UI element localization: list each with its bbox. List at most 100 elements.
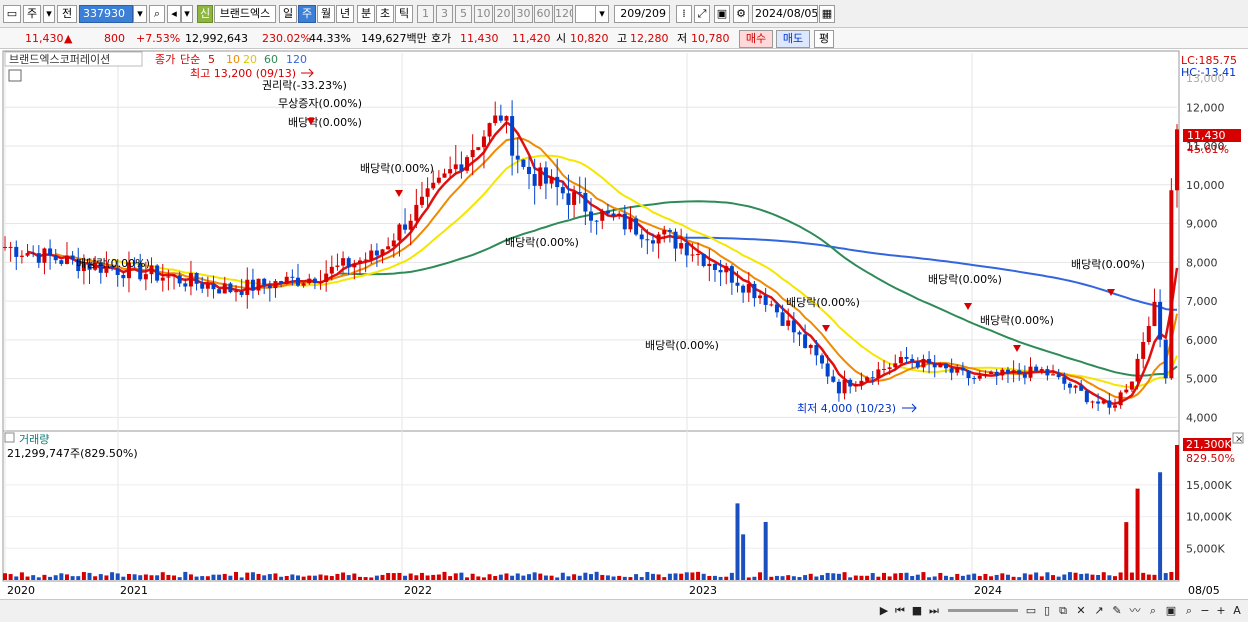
buy-button[interactable]: 매수 <box>739 30 773 48</box>
stop-icon[interactable]: ■ <box>910 603 924 619</box>
interval-1-button[interactable]: 1 <box>417 5 434 23</box>
zoom-in-icon[interactable]: + <box>1214 603 1228 619</box>
year-label: 2022 <box>404 584 432 597</box>
candle-body <box>600 210 605 221</box>
avg-button[interactable]: 평 <box>814 30 834 48</box>
volume-bar <box>605 575 610 580</box>
volume-bar <box>205 576 210 580</box>
interval-20-button[interactable]: 20 <box>494 5 513 23</box>
volume-value: 21,299,747주(829.50%) <box>7 447 138 460</box>
scroll-right-icon[interactable]: ▶ <box>877 603 891 619</box>
candle-body <box>1039 369 1044 371</box>
magnify-icon[interactable]: ⌕ <box>1146 603 1160 619</box>
stock-name[interactable]: 브랜드엑스 <box>214 5 276 23</box>
zoom-slider[interactable] <box>948 609 1018 612</box>
period-minute-button[interactable]: 분 <box>357 5 375 23</box>
wave-icon[interactable]: 〰 <box>1128 603 1142 619</box>
candle-body <box>391 240 396 247</box>
volume-bar <box>177 577 182 580</box>
candle-body <box>769 304 774 306</box>
zoom-out-icon[interactable]: − <box>1198 603 1212 619</box>
year-label: 2024 <box>974 584 1002 597</box>
volume-bar <box>1022 573 1027 580</box>
scroll-last-icon[interactable]: ⏭ <box>927 603 941 619</box>
candle-body <box>724 266 729 273</box>
candle-body <box>605 210 610 214</box>
volume-bar <box>341 572 346 580</box>
split-icon[interactable]: ▯ <box>1040 603 1054 619</box>
prev-button[interactable]: 전 <box>57 5 77 23</box>
volume-bar <box>448 576 453 580</box>
speaker-dropdown-icon[interactable]: ▾ <box>181 5 193 23</box>
grid-icon[interactable]: ⁞ <box>676 5 692 23</box>
date-input[interactable]: 2024/08/05 <box>752 5 818 23</box>
interval-3-button[interactable]: 3 <box>436 5 453 23</box>
stock-code-input[interactable]: 337930 <box>79 5 133 23</box>
interval-5-button[interactable]: 5 <box>455 5 472 23</box>
volume-bar <box>1056 576 1061 580</box>
volume-bar <box>994 574 999 580</box>
volume-bar <box>960 575 965 580</box>
interval-120-button[interactable]: 120 <box>554 5 573 23</box>
calendar-icon[interactable]: ▦ <box>819 5 835 23</box>
price-tick-label: 7,000 <box>1186 295 1218 308</box>
data-count-field[interactable]: 209/209 <box>614 5 670 23</box>
interval-60-button[interactable]: 60 <box>534 5 553 23</box>
period-tick-button[interactable]: 틱 <box>395 5 413 23</box>
candle-body <box>583 192 588 212</box>
window-icon[interactable]: ▣ <box>1164 603 1178 619</box>
candle-body <box>989 371 994 374</box>
font-size-icon[interactable]: A <box>1230 603 1244 619</box>
cross-icon[interactable]: ✕ <box>1074 603 1088 619</box>
period-month-button[interactable]: 월 <box>317 5 335 23</box>
draw-icon[interactable]: ✎ <box>1110 603 1124 619</box>
layout-icon[interactable]: ▭ <box>1024 603 1038 619</box>
chevron-down-icon[interactable]: ▾ <box>43 5 55 23</box>
candle-body <box>521 159 526 167</box>
period-week-button[interactable]: 주 <box>298 5 316 23</box>
zoom-icon[interactable]: ⤢ <box>694 5 710 23</box>
period-year-button[interactable]: 년 <box>336 5 354 23</box>
trend-icon[interactable]: ↗ <box>1092 603 1106 619</box>
candle-body <box>741 285 746 293</box>
search-icon[interactable]: ⌕ <box>149 5 165 23</box>
low-label: 저 <box>677 32 688 45</box>
scroll-first-icon[interactable]: ⏮ <box>893 603 907 619</box>
volume-bar <box>200 576 205 580</box>
gear-icon[interactable]: ⚙ <box>733 5 749 23</box>
candle-body <box>403 224 408 230</box>
copy-icon[interactable]: ⧉ <box>1056 603 1070 619</box>
interval-30-button[interactable]: 30 <box>514 5 533 23</box>
volume-bar <box>307 575 312 580</box>
volume-collapse-icon[interactable] <box>4 432 15 443</box>
volume-bar <box>1113 576 1118 580</box>
volume-bar <box>239 577 244 580</box>
candle-body <box>543 167 548 184</box>
volume-bar <box>1067 572 1072 580</box>
window-menu-icon[interactable]: ▭ <box>3 5 21 23</box>
interval-10-button[interactable]: 10 <box>474 5 493 23</box>
volume-bar <box>543 575 548 580</box>
legend-ma5: 5 <box>208 53 215 66</box>
candle-body <box>380 249 385 256</box>
code-dropdown-icon[interactable]: ▾ <box>133 5 147 23</box>
period-second-button[interactable]: 초 <box>376 5 394 23</box>
save-icon[interactable]: ▣ <box>714 5 730 23</box>
volume-bar <box>763 521 768 580</box>
candle-body <box>228 283 233 293</box>
sell-button[interactable]: 매도 <box>776 30 810 48</box>
search-icon[interactable]: ⌕ <box>1182 603 1196 619</box>
volume-bar <box>1175 445 1179 580</box>
stock-chart[interactable]: 브랜드엑스코퍼레이션 종가 단순 5 10 20 60 120 LC:185.7… <box>0 49 1248 599</box>
table-icon[interactable] <box>8 69 22 82</box>
candle-body <box>927 358 932 364</box>
candle-body <box>707 263 712 267</box>
event-annotation: 배당락(0.00%) <box>76 257 150 270</box>
volume-bar <box>352 573 357 580</box>
speaker-icon[interactable]: ◂ <box>167 5 181 23</box>
period-day-button[interactable]: 일 <box>279 5 297 23</box>
period-type-select[interactable]: 주 <box>23 5 41 23</box>
interval-dropdown-icon[interactable]: ▾ <box>595 5 609 23</box>
candle-body <box>1158 301 1163 340</box>
candle-body <box>346 258 351 268</box>
